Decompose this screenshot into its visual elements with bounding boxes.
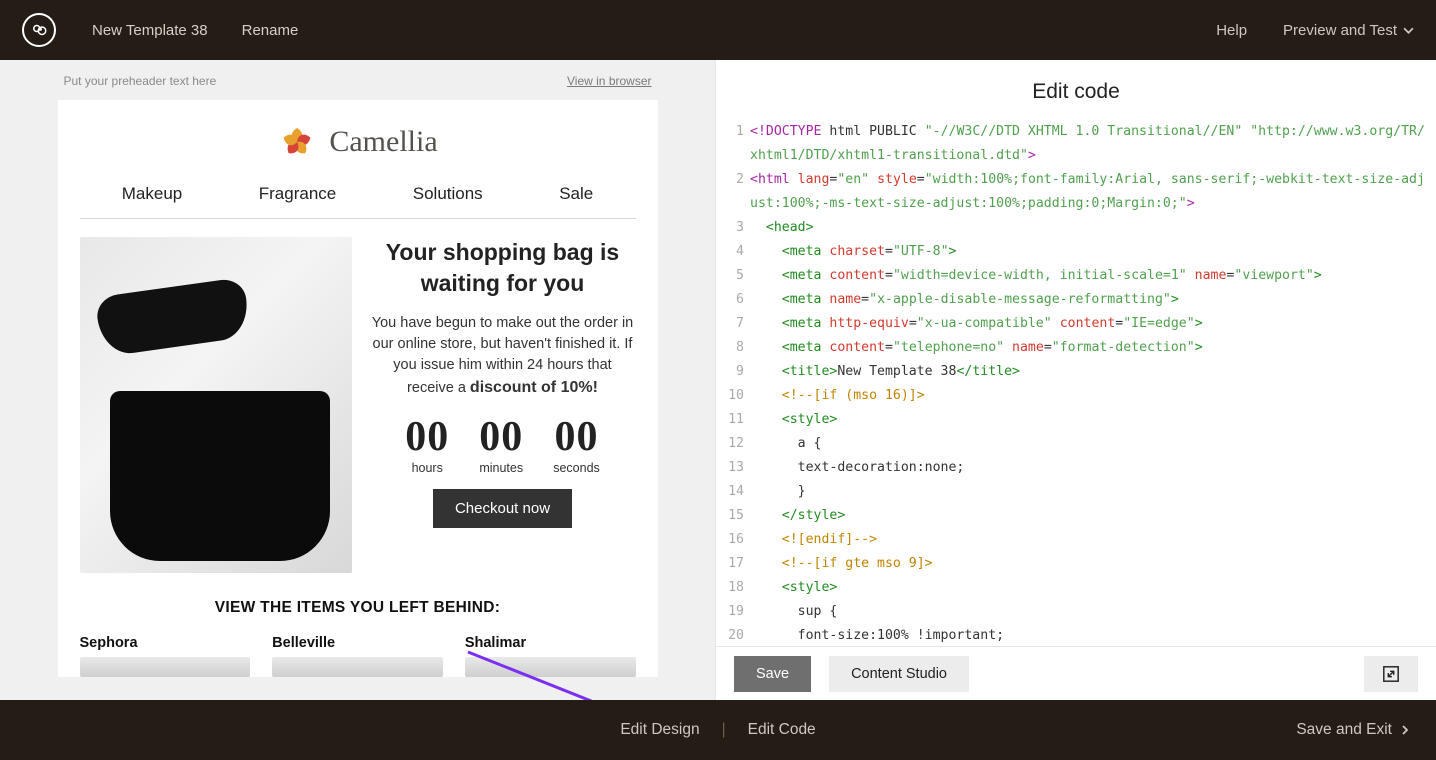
code-textarea[interactable]: 1<!DOCTYPE html PUBLIC "-//W3C//DTD XHTM… (716, 120, 1436, 646)
brand-row: Camellia (80, 116, 636, 162)
items-heading: VIEW THE ITEMS YOU LEFT BEHIND: (80, 599, 636, 617)
email-nav: Makeup Fragrance Solutions Sale (80, 162, 636, 219)
top-bar: New Template 38 Rename Help Preview and … (0, 0, 1436, 60)
rename-link[interactable]: Rename (242, 22, 299, 39)
expand-editor-button[interactable] (1364, 656, 1418, 692)
item-image (80, 657, 251, 677)
code-editor-pane: Edit code 1<!DOCTYPE html PUBLIC "-//W3C… (716, 60, 1436, 700)
countdown-row: 00 hours 00 minutes 00 seconds (370, 413, 636, 475)
hero-section: Your shopping bag is waiting for you You… (80, 237, 636, 573)
checkout-button[interactable]: Checkout now (433, 489, 572, 528)
item-card: Belleville (272, 635, 443, 677)
code-editor-title: Edit code (716, 60, 1436, 120)
nav-fragrance[interactable]: Fragrance (259, 184, 336, 204)
count-seconds: 00 seconds (553, 413, 600, 475)
item-card: Sephora (80, 635, 251, 677)
chevron-down-icon (1403, 25, 1414, 36)
nav-solutions[interactable]: Solutions (413, 184, 483, 204)
brand-name: Camellia (329, 125, 437, 159)
email-preview-pane: Put your preheader text here View in bro… (0, 60, 716, 700)
nav-makeup[interactable]: Makeup (122, 184, 182, 204)
content-studio-button[interactable]: Content Studio (829, 656, 969, 692)
preview-and-test-dropdown[interactable]: Preview and Test (1283, 22, 1414, 39)
count-hours: 00 hours (405, 413, 449, 475)
help-link[interactable]: Help (1216, 22, 1247, 39)
preheader-text: Put your preheader text here (64, 74, 217, 88)
item-image (272, 657, 443, 677)
items-row: Sephora Belleville Shalimar (80, 635, 636, 677)
save-and-exit-button[interactable]: Save and Exit (1296, 721, 1410, 739)
template-name[interactable]: New Template 38 (92, 22, 208, 39)
preview-and-test-label: Preview and Test (1283, 22, 1397, 39)
brand-flower-icon (277, 122, 317, 162)
code-toolbar: Save Content Studio (716, 646, 1436, 700)
edit-code-link[interactable]: Edit Code (748, 721, 816, 739)
view-in-browser-link[interactable]: View in browser (567, 74, 651, 88)
hero-discount: discount of 10%! (470, 379, 598, 396)
mailchimp-logo-icon[interactable] (22, 13, 56, 47)
count-minutes: 00 minutes (479, 413, 523, 475)
main-split: Put your preheader text here View in bro… (0, 60, 1436, 700)
hero-body: You have begun to make out the order in … (370, 313, 636, 399)
email-body: Camellia Makeup Fragrance Solutions Sale… (58, 100, 658, 677)
separator: | (722, 721, 726, 739)
hero-heading: Your shopping bag is waiting for you (370, 237, 636, 299)
item-card: Shalimar (465, 635, 636, 677)
chevron-right-icon (1400, 724, 1410, 736)
nav-sale[interactable]: Sale (559, 184, 593, 204)
expand-icon (1382, 665, 1400, 683)
save-button[interactable]: Save (734, 656, 811, 692)
hero-image (80, 237, 352, 573)
bottom-bar: Edit Design | Edit Code Save and Exit (0, 700, 1436, 760)
edit-design-link[interactable]: Edit Design (620, 721, 699, 739)
item-image (465, 657, 636, 677)
